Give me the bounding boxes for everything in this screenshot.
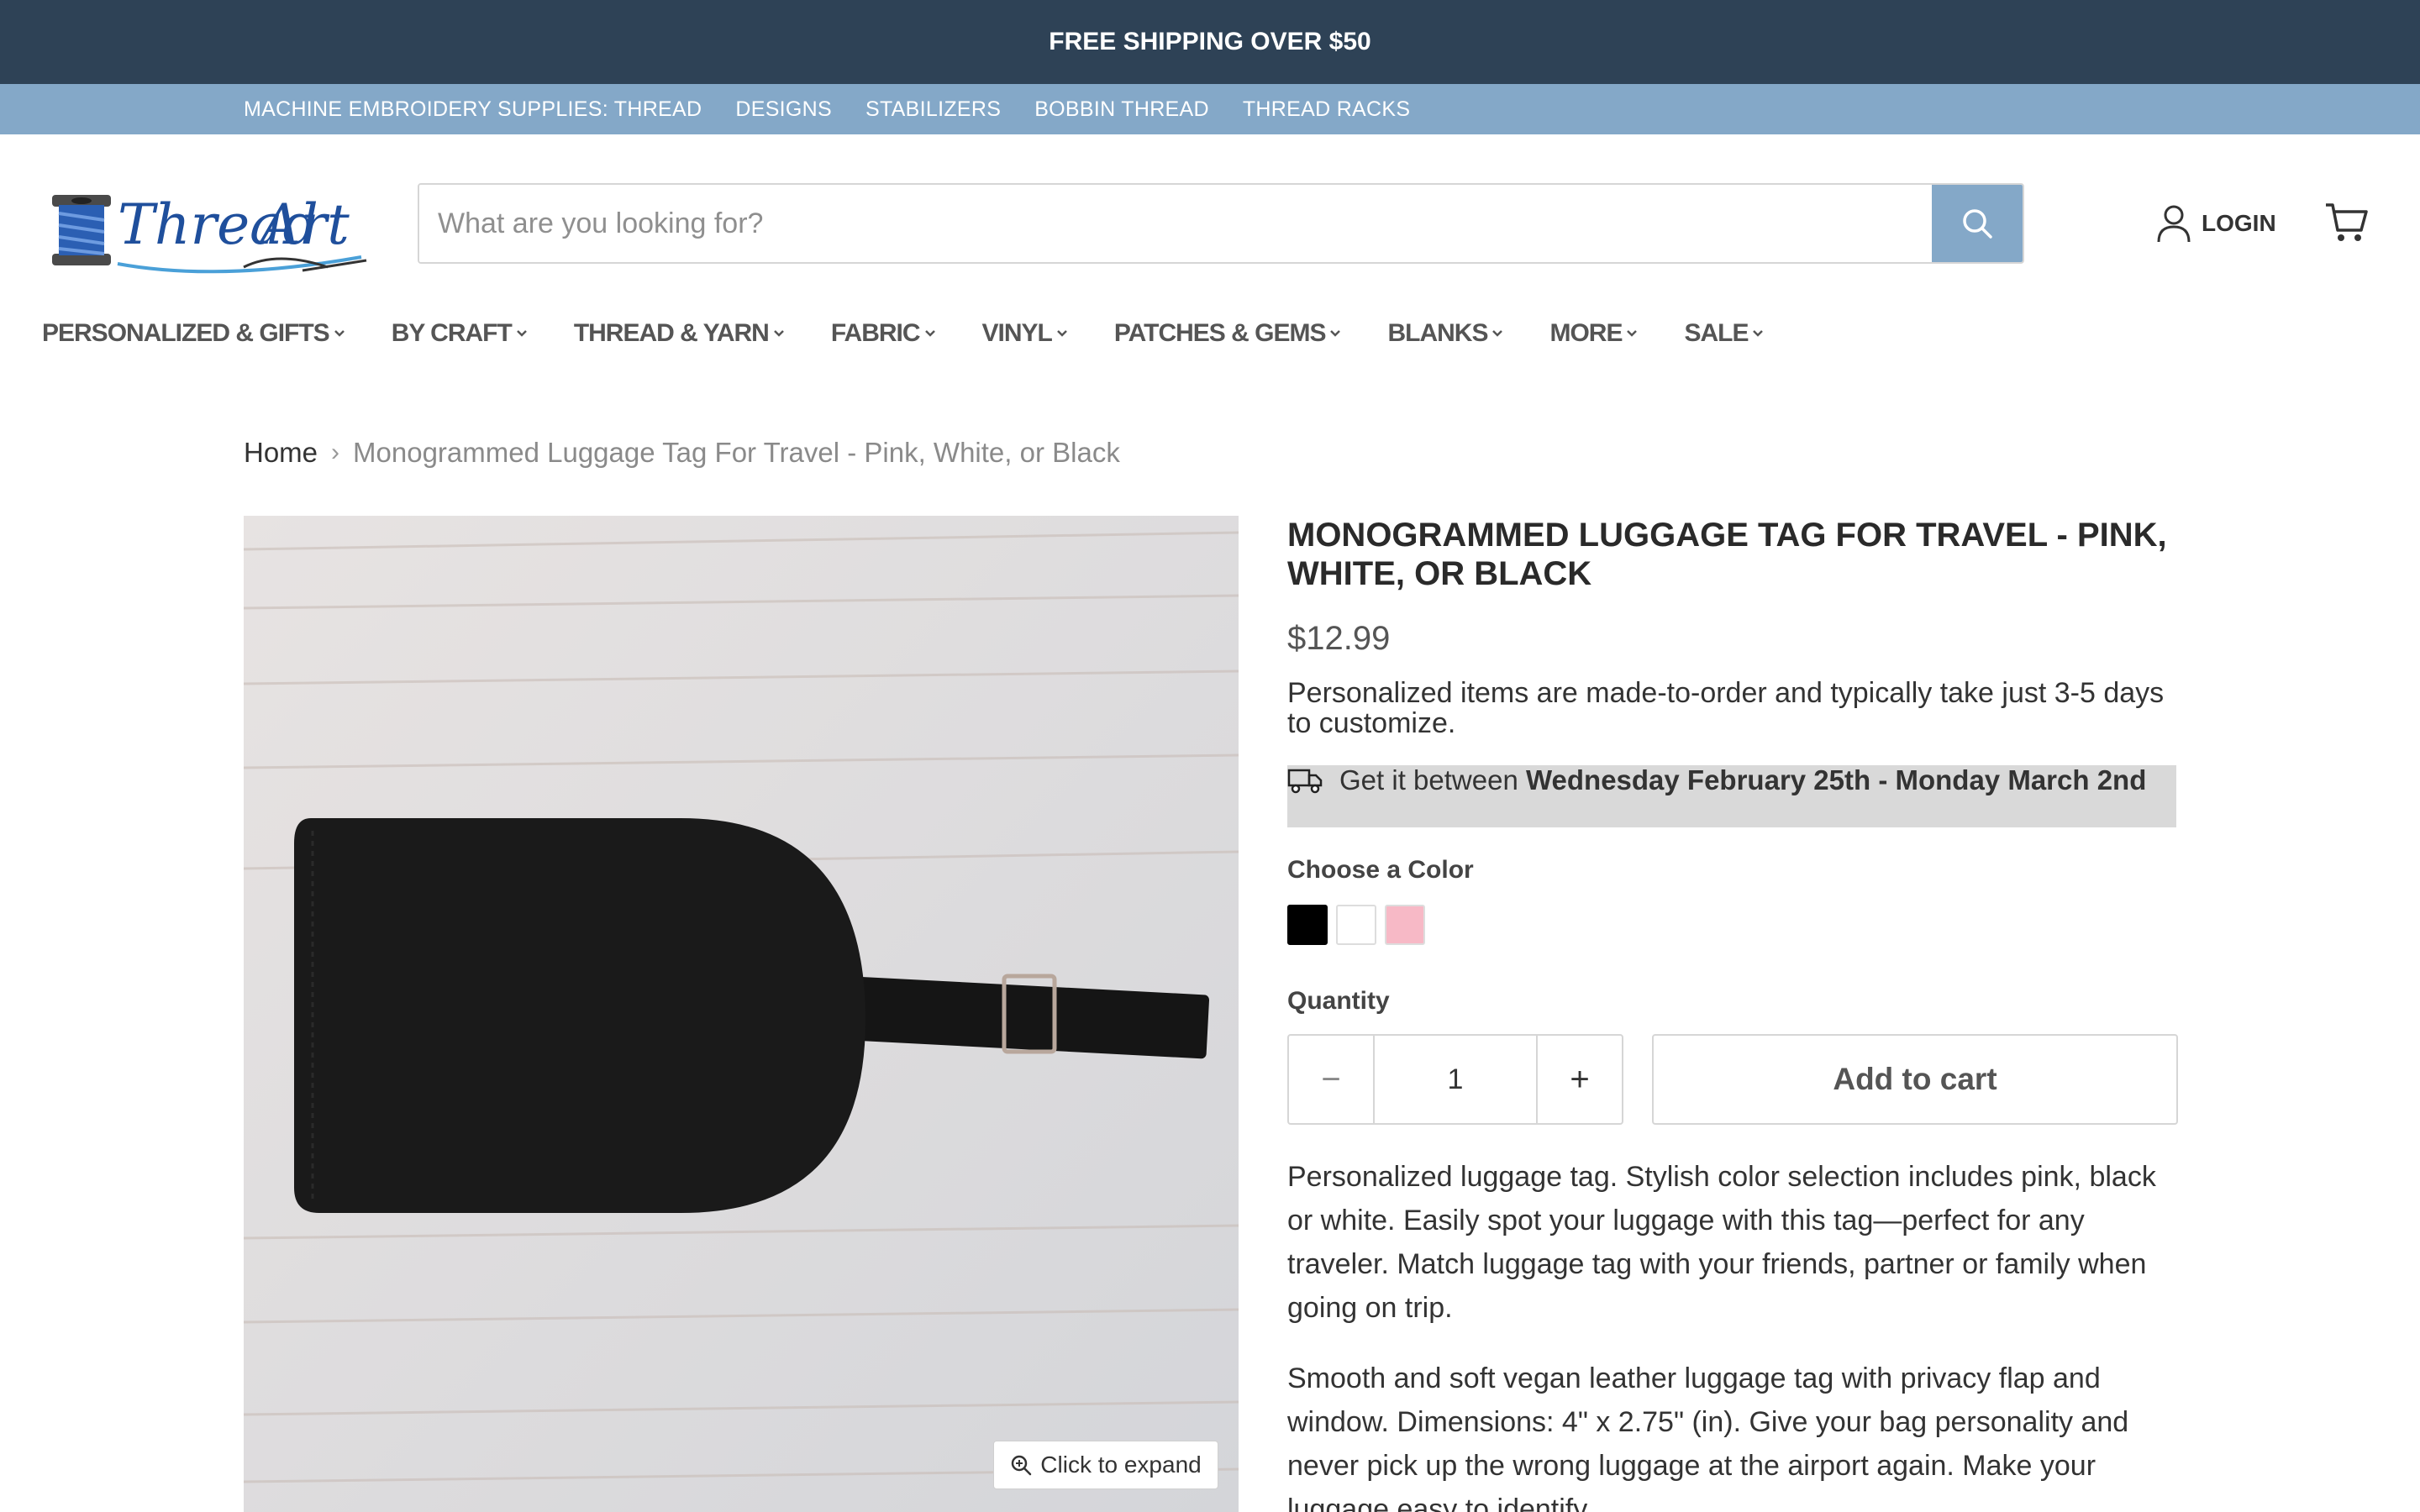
buy-row: − 1 + Add to cart: [1287, 1034, 2178, 1125]
nav-patches-gems[interactable]: PATCHES & GEMS: [1114, 319, 1343, 348]
delivery-dates: Wednesday February 25th - Monday March 2…: [1525, 764, 2147, 795]
product-image[interactable]: Click to expand: [244, 516, 1239, 1512]
quantity-label: Quantity: [1287, 987, 1390, 1015]
expand-label: Click to expand: [1040, 1452, 1202, 1478]
chevron-down-icon: [1057, 330, 1067, 337]
nav-label: PATCHES & GEMS: [1113, 319, 1327, 347]
nav-fabric[interactable]: FABRIC: [831, 319, 937, 348]
chevron-down-icon: [1627, 330, 1638, 337]
cart-button[interactable]: [2324, 200, 2368, 248]
quantity-input[interactable]: 1: [1375, 1036, 1536, 1123]
chevron-down-icon: [924, 330, 935, 337]
subnav-link-thread[interactable]: MACHINE EMBROIDERY SUPPLIES: THREAD: [244, 97, 702, 122]
delivery-estimate: Get it between Wednesday February 25th -…: [1287, 765, 2176, 827]
chevron-down-icon: [334, 330, 345, 337]
nav-more[interactable]: MORE: [1549, 319, 1639, 348]
description-paragraph: Smooth and soft vegan leather luggage ta…: [1287, 1362, 2129, 1512]
header: Thread Art LOGIN: [0, 134, 2420, 311]
nav-blanks[interactable]: BLANKS: [1387, 319, 1504, 348]
delivery-prefix: Get it between: [1339, 764, 1526, 795]
swatch-black[interactable]: [1287, 905, 1328, 945]
nav-label: VINYL: [981, 319, 1053, 347]
subnav-link-stabilizers[interactable]: STABILIZERS: [865, 97, 1001, 122]
main-nav: PERSONALIZED & GIFTS BY CRAFT THREAD & Y…: [42, 319, 1765, 348]
add-to-cart-button[interactable]: Add to cart: [1652, 1034, 2178, 1125]
swatch-white[interactable]: [1336, 905, 1376, 945]
login-link[interactable]: LOGIN: [2156, 203, 2276, 244]
nav-personalized-gifts[interactable]: PERSONALIZED & GIFTS: [42, 319, 346, 348]
made-to-order-note: Personalized items are made-to-order and…: [1287, 677, 2165, 739]
nav-label: MORE: [1549, 319, 1623, 347]
cart-icon: [2326, 203, 2368, 241]
promo-text: FREE SHIPPING OVER $50: [1049, 28, 1371, 55]
nav-sale[interactable]: SALE: [1684, 319, 1765, 348]
nav-label: PERSONALIZED & GIFTS: [42, 319, 330, 347]
logo[interactable]: Thread Art: [50, 176, 370, 286]
chevron-down-icon: [516, 330, 527, 337]
chevron-down-icon: [773, 330, 784, 337]
subnav-link-bobbin-thread[interactable]: BOBBIN THREAD: [1034, 97, 1209, 122]
expand-button[interactable]: Click to expand: [993, 1441, 1218, 1489]
quantity-decrease-button[interactable]: −: [1289, 1036, 1375, 1123]
nav-thread-yarn[interactable]: THREAD & YARN: [574, 319, 786, 348]
product-description: Personalized luggage tag. Stylish color …: [1287, 1155, 2178, 1512]
search-button[interactable]: [1932, 185, 2023, 262]
search-bar: [418, 183, 2024, 264]
login-label: LOGIN: [2202, 210, 2276, 236]
search-input[interactable]: [419, 185, 1932, 262]
color-label: Choose a Color: [1287, 856, 1474, 884]
breadcrumb-separator: ›: [331, 438, 340, 466]
quantity-increase-button[interactable]: +: [1536, 1036, 1622, 1123]
nav-label: SALE: [1684, 319, 1749, 347]
chevron-down-icon: [1492, 330, 1503, 337]
nav-label: THREAD & YARN: [573, 319, 770, 347]
search-icon: [1963, 209, 1992, 239]
nav-by-craft[interactable]: BY CRAFT: [392, 319, 529, 348]
color-swatches: [1287, 905, 2178, 945]
swatch-pink[interactable]: [1385, 905, 1425, 945]
luggage-tag-photo: [244, 516, 1239, 1512]
nav-vinyl[interactable]: VINYL: [982, 319, 1069, 348]
quantity-stepper: − 1 +: [1287, 1034, 1623, 1125]
product-info: MONOGRAMMED LUGGAGE TAG FOR TRAVEL - PIN…: [1287, 516, 2178, 1512]
sub-nav: MACHINE EMBROIDERY SUPPLIES: THREAD DESI…: [0, 84, 2420, 134]
nav-label: BLANKS: [1387, 319, 1488, 347]
product-price: $12.99: [1287, 620, 1391, 657]
zoom-in-icon: [1012, 1455, 1032, 1476]
subnav-link-designs[interactable]: DESIGNS: [735, 97, 832, 122]
svg-text:Art: Art: [255, 192, 350, 257]
breadcrumb-current: Monogrammed Luggage Tag For Travel - Pin…: [353, 437, 1120, 468]
breadcrumb: Home › Monogrammed Luggage Tag For Trave…: [244, 437, 1120, 469]
description-paragraph: Personalized luggage tag. Stylish color …: [1287, 1161, 2156, 1324]
truck-icon: [1287, 769, 1323, 794]
delivery-text: Get it between Wednesday February 25th -…: [1339, 765, 2146, 795]
nav-label: BY CRAFT: [391, 319, 513, 347]
chevron-down-icon: [1753, 330, 1764, 337]
breadcrumb-home[interactable]: Home: [244, 437, 318, 469]
chevron-down-icon: [1330, 330, 1341, 337]
user-icon: [2157, 205, 2191, 243]
promo-bar: FREE SHIPPING OVER $50: [0, 0, 2420, 84]
subnav-link-thread-racks[interactable]: THREAD RACKS: [1243, 97, 1410, 122]
nav-label: FABRIC: [830, 319, 921, 347]
product-title: MONOGRAMMED LUGGAGE TAG FOR TRAVEL - PIN…: [1287, 517, 2167, 592]
